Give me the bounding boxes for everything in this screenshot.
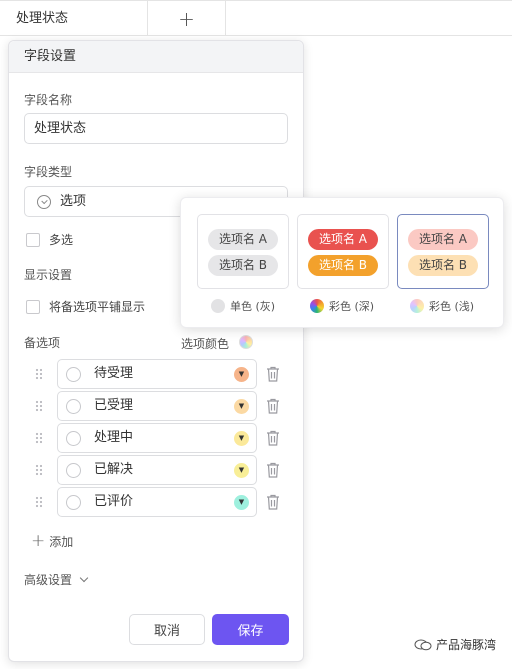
trash-icon[interactable] xyxy=(265,397,281,415)
drag-handle-icon[interactable] xyxy=(35,464,42,476)
add-option-label: 添加 xyxy=(49,534,74,549)
field-type-value: 选项 xyxy=(60,194,87,209)
tag-sample-a: 选项名 A xyxy=(408,229,478,250)
page: 处理状态 + 字段设置 字段名称 处理状态 字段类型 选项 多选 显示设置 将备… xyxy=(0,0,512,669)
option-label: 已受理 xyxy=(94,398,134,413)
drag-handle-icon[interactable] xyxy=(35,400,42,412)
watermark: 产品海豚湾 xyxy=(414,636,496,653)
light-swatch-icon xyxy=(410,299,424,313)
option-radio-icon xyxy=(66,495,81,510)
cancel-button[interactable]: 取消 xyxy=(129,614,205,645)
trash-icon[interactable] xyxy=(265,365,281,383)
option-row: 已受理 ▼ xyxy=(31,391,291,421)
color-style-picker-icon[interactable] xyxy=(239,335,253,349)
option-color-label: 选项颜色 xyxy=(181,337,230,351)
chevron-down-icon xyxy=(79,573,89,583)
drag-handle-icon[interactable] xyxy=(35,368,42,380)
style-caption-light[interactable]: 彩色 (浅) xyxy=(410,298,474,314)
add-column-button[interactable]: + xyxy=(148,1,226,36)
tile-display-checkbox[interactable] xyxy=(26,299,40,314)
option-color-dropdown-icon[interactable]: ▼ xyxy=(234,399,249,414)
wechat-logo-icon xyxy=(414,639,432,650)
option-label: 已评价 xyxy=(94,494,134,509)
tag-sample-b: 选项名 B xyxy=(208,255,278,276)
column-header-bar: 处理状态 + xyxy=(0,0,512,36)
watermark-text: 产品海豚湾 xyxy=(436,638,497,652)
style-card-gray[interactable]: 选项名 A 选项名 B xyxy=(197,214,289,289)
caption-text: 单色 (灰) xyxy=(230,300,276,313)
field-settings-panel: 字段设置 字段名称 处理状态 字段类型 选项 多选 显示设置 将备选项平铺显示 … xyxy=(8,40,304,662)
style-caption-gray[interactable]: 单色 (灰) xyxy=(211,298,275,314)
multi-select-row[interactable]: 多选 xyxy=(26,231,73,248)
column-title[interactable]: 处理状态 xyxy=(0,1,148,36)
plus-icon: + xyxy=(31,531,46,551)
tag-sample-b: 选项名 B xyxy=(308,255,378,276)
tile-display-row[interactable]: 将备选项平铺显示 xyxy=(26,298,145,315)
style-card-dark[interactable]: 选项名 A 选项名 B xyxy=(297,214,389,289)
field-name-input[interactable]: 处理状态 xyxy=(24,113,288,144)
multi-select-label: 多选 xyxy=(49,233,74,247)
options-label: 备选项 xyxy=(24,336,61,350)
style-caption-dark[interactable]: 彩色 (深) xyxy=(310,298,374,314)
trash-icon[interactable] xyxy=(265,493,281,511)
trash-icon[interactable] xyxy=(265,461,281,479)
field-type-label: 字段类型 xyxy=(24,165,73,179)
drag-handle-icon[interactable] xyxy=(35,496,42,508)
style-card-light[interactable]: 选项名 A 选项名 B xyxy=(397,214,489,289)
option-radio-icon xyxy=(66,463,81,478)
option-input[interactable]: 已解决 ▼ xyxy=(57,455,257,485)
add-option-button[interactable]: + 添加 xyxy=(31,531,73,551)
option-input[interactable]: 处理中 ▼ xyxy=(57,423,257,453)
color-style-popover: 选项名 A 选项名 B 选项名 A 选项名 B 选项名 A 选项名 B 单色 (… xyxy=(180,197,504,328)
panel-title: 字段设置 xyxy=(9,41,303,73)
trash-icon[interactable] xyxy=(265,429,281,447)
caption-text: 彩色 (深) xyxy=(329,300,375,313)
caption-text: 彩色 (浅) xyxy=(429,300,475,313)
option-row: 已解决 ▼ xyxy=(31,455,291,485)
gray-swatch-icon xyxy=(211,299,225,313)
advanced-settings-toggle[interactable]: 高级设置 xyxy=(24,571,89,588)
advanced-settings-label: 高级设置 xyxy=(24,573,73,587)
option-label: 待受理 xyxy=(94,366,134,381)
option-label: 处理中 xyxy=(94,430,134,445)
tag-sample-a: 选项名 A xyxy=(308,229,378,250)
option-input[interactable]: 已评价 ▼ xyxy=(57,487,257,517)
dark-swatch-icon xyxy=(310,299,324,313)
drag-handle-icon[interactable] xyxy=(35,432,42,444)
option-row: 待受理 ▼ xyxy=(31,359,291,389)
multi-select-checkbox[interactable] xyxy=(26,232,40,247)
option-input[interactable]: 待受理 ▼ xyxy=(57,359,257,389)
option-row: 已评价 ▼ xyxy=(31,487,291,517)
option-radio-icon xyxy=(66,367,81,382)
option-label: 已解决 xyxy=(94,462,134,477)
option-color-dropdown-icon[interactable]: ▼ xyxy=(234,495,249,510)
option-radio-icon xyxy=(66,399,81,414)
option-type-icon xyxy=(37,195,51,209)
save-button[interactable]: 保存 xyxy=(212,614,289,645)
option-color-dropdown-icon[interactable]: ▼ xyxy=(234,431,249,446)
option-radio-icon xyxy=(66,431,81,446)
tag-sample-a: 选项名 A xyxy=(208,229,278,250)
field-name-label: 字段名称 xyxy=(24,93,73,107)
option-color-dropdown-icon[interactable]: ▼ xyxy=(234,367,249,382)
tile-display-label: 将备选项平铺显示 xyxy=(49,300,146,314)
option-row: 处理中 ▼ xyxy=(31,423,291,453)
option-color-dropdown-icon[interactable]: ▼ xyxy=(234,463,249,478)
tag-sample-b: 选项名 B xyxy=(408,255,478,276)
display-settings-label: 显示设置 xyxy=(24,268,73,282)
option-input[interactable]: 已受理 ▼ xyxy=(57,391,257,421)
